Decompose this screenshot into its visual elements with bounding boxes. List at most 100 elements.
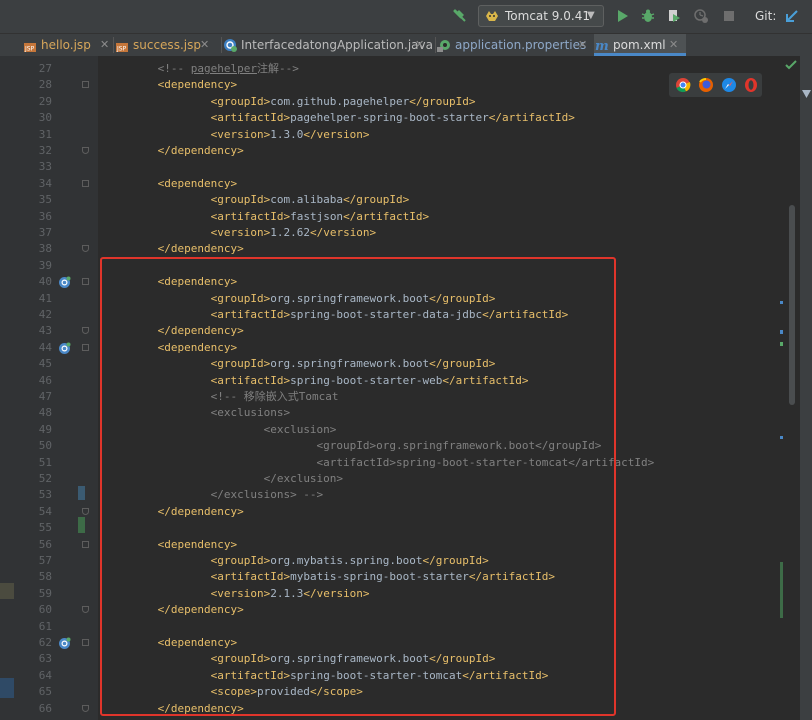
- fold-marker[interactable]: [82, 81, 89, 89]
- profiler-icon[interactable]: [693, 8, 709, 24]
- tool-strip-marker: [0, 678, 14, 698]
- line-number: 29: [38, 94, 52, 108]
- line-number: 35: [38, 193, 52, 207]
- tool-strip-marker: [0, 583, 14, 599]
- line-number: 47: [38, 390, 52, 403]
- line-number: 66: [38, 701, 52, 715]
- editor-tab-bar: JSP hello.jsp ✕ JSP success.jsp ✕ Interf…: [0, 34, 812, 57]
- tab-label: pom.xml: [613, 38, 666, 52]
- line-number: 54: [38, 504, 52, 518]
- xml-tag: </artifactId>: [343, 209, 430, 223]
- close-icon[interactable]: ✕: [415, 34, 424, 56]
- line-number: 57: [38, 554, 52, 567]
- xml-text: com.alibaba: [270, 193, 344, 207]
- tab-hello-jsp[interactable]: JSP hello.jsp ✕: [22, 34, 114, 56]
- tab-label: InterfacedatongApplication.java: [241, 38, 433, 52]
- fold-end-marker[interactable]: [82, 245, 89, 253]
- line-number: 39: [38, 258, 52, 272]
- left-tool-strip-top: [0, 34, 14, 56]
- spring-boot-dependency-icon[interactable]: [58, 342, 71, 355]
- line-number: 65: [38, 685, 52, 699]
- line-number: 30: [38, 111, 52, 125]
- tab-label: hello.jsp: [41, 38, 91, 52]
- collapse-triangle-icon[interactable]: [802, 90, 811, 98]
- git-label: Git:: [755, 9, 777, 23]
- code-line: <dependency>: [98, 77, 237, 93]
- editor-scrollbar[interactable]: [789, 205, 795, 405]
- xml-tag: </groupId>: [343, 193, 410, 207]
- debug-bug-icon[interactable]: [640, 8, 656, 24]
- line-number: 56: [38, 537, 52, 551]
- line-number: 33: [38, 160, 52, 174]
- xml-tag: </artifactId>: [488, 111, 575, 125]
- fold-marker[interactable]: [82, 278, 89, 286]
- xml-tag: </groupId>: [409, 94, 476, 108]
- run-icon[interactable]: [614, 8, 630, 24]
- properties-file-icon: [437, 40, 450, 52]
- scroll-marker: [780, 562, 783, 618]
- spring-boot-dependency-icon[interactable]: [58, 276, 71, 289]
- line-number: 52: [38, 472, 52, 485]
- scroll-marker: [780, 330, 783, 334]
- tab-application-properties[interactable]: application.properties ✕: [436, 34, 594, 56]
- left-tool-strip: [0, 56, 15, 720]
- run-configuration-label: Tomcat 9.0.41: [505, 9, 590, 23]
- fold-marker[interactable]: [82, 179, 89, 187]
- fold-end-marker[interactable]: [82, 606, 89, 614]
- fold-marker[interactable]: [82, 540, 89, 548]
- vcs-change-marker[interactable]: [78, 517, 85, 533]
- xml-tag: <version>: [210, 127, 271, 141]
- run-with-coverage-icon[interactable]: [666, 8, 682, 24]
- firefox-icon[interactable]: [698, 77, 714, 93]
- line-number: 45: [38, 357, 52, 371]
- jsp-file-icon: JSP: [116, 43, 128, 53]
- scroll-marker: [780, 301, 783, 304]
- line-number: 60: [38, 603, 52, 617]
- xml-tag: </version>: [303, 127, 370, 141]
- line-number: 36: [38, 209, 52, 223]
- spring-boot-dependency-icon[interactable]: [58, 637, 71, 650]
- main-toolbar: Tomcat 9.0.41 ▼ Git:: [0, 0, 812, 34]
- fold-marker[interactable]: [82, 639, 89, 646]
- line-number: 44: [38, 340, 52, 354]
- line-number-gutter: 27 28 29 30 31 32 33 34 35 36 37 38 39 40 41 42 43 44 45 46…: [14, 56, 98, 720]
- line-number: 59: [38, 586, 52, 600]
- xml-comment: pagehelper: [190, 62, 257, 75]
- close-icon[interactable]: ✕: [578, 34, 587, 56]
- xml-tag: </dependency>: [157, 144, 244, 157]
- xml-tag: <groupId>: [210, 94, 271, 108]
- tab-success-jsp[interactable]: JSP success.jsp ✕: [114, 34, 222, 56]
- fold-end-marker[interactable]: [82, 147, 89, 154]
- xml-tag: <version>: [210, 226, 271, 239]
- code-line: <version>1.2.62</version>: [98, 225, 377, 241]
- close-icon[interactable]: ✕: [100, 34, 109, 56]
- highlight-box: [100, 257, 616, 716]
- git-update-arrow-icon[interactable]: [784, 8, 800, 24]
- tab-interfacedatong-application-java[interactable]: InterfacedatongApplication.java ✕: [222, 34, 434, 56]
- code-line: <version>1.3.0</version>: [98, 127, 370, 143]
- stop-icon[interactable]: [721, 8, 737, 24]
- line-number: 46: [38, 373, 52, 387]
- line-number: 51: [38, 455, 52, 469]
- fold-marker[interactable]: [82, 343, 89, 351]
- xml-tag: <dependency>: [157, 78, 238, 92]
- close-icon[interactable]: ✕: [200, 34, 209, 56]
- build-hammer-icon[interactable]: [452, 8, 468, 24]
- fold-end-marker[interactable]: [82, 704, 89, 712]
- line-number: 28: [38, 78, 52, 92]
- chrome-icon[interactable]: [675, 77, 691, 93]
- fold-end-marker[interactable]: [82, 507, 89, 515]
- close-icon[interactable]: ✕: [669, 34, 678, 56]
- opera-icon[interactable]: [743, 77, 759, 93]
- run-configuration-selector[interactable]: Tomcat 9.0.41 ▼: [478, 5, 604, 27]
- xml-tag: <artifactId>: [210, 111, 291, 125]
- vcs-change-marker[interactable]: [78, 486, 85, 500]
- safari-icon[interactable]: [721, 77, 737, 93]
- inspection-ok-check-icon[interactable]: [785, 60, 797, 70]
- tab-pom-xml[interactable]: m pom.xml ✕: [594, 34, 686, 56]
- fold-end-marker[interactable]: [82, 327, 89, 335]
